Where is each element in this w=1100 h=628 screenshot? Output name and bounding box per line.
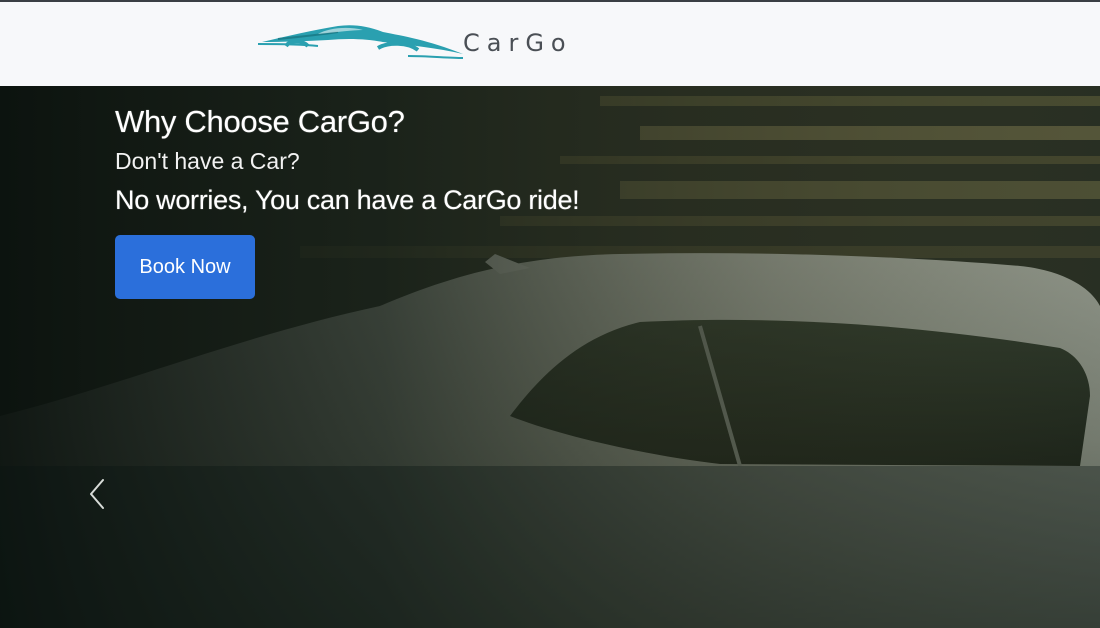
carousel-prev-button[interactable] [84,476,110,512]
hero-subtitle: Don't have a Car? [115,148,300,174]
cargo-logo[interactable]: CarGo [258,20,573,64]
hero-text-block: Why Choose CarGo? Don't have a Car? No w… [115,102,580,219]
hero-title: Why Choose CarGo? [115,104,405,139]
hero-carousel: Why Choose CarGo? Don't have a Car? No w… [0,86,1100,628]
brand-name: CarGo [463,29,573,57]
chevron-left-icon [90,479,104,509]
book-now-button[interactable]: Book Now [115,235,255,299]
car-logo-icon [258,25,463,59]
hero-tagline: No worries, You can have a CarGo ride! [115,185,580,215]
site-header: CarGo [0,0,1100,86]
page: CarGo Why Choose CarGo? Don't have a Car… [0,0,1100,628]
